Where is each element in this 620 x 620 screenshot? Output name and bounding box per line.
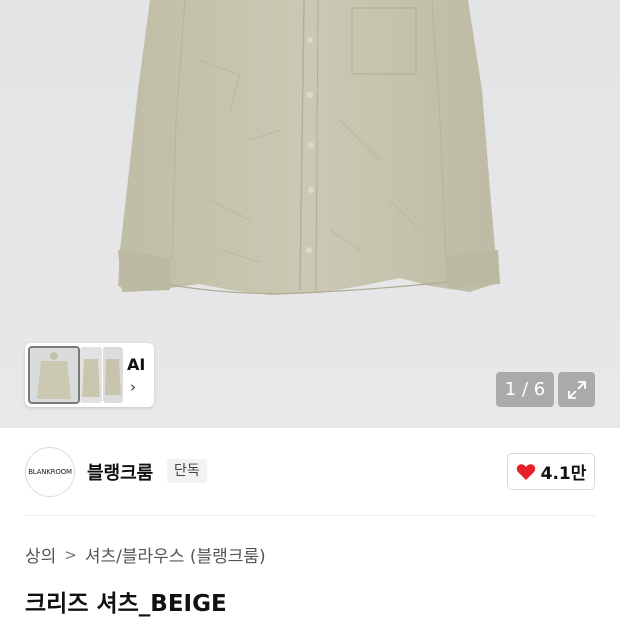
thumbnail-2[interactable] [80, 347, 102, 403]
breadcrumb-item-subcategory[interactable]: 셔츠/블라우스 (블랭크룸) [85, 542, 266, 567]
brand-logo-text: BLANKROOM [28, 468, 72, 476]
heart-icon [516, 463, 535, 480]
brand-logo[interactable]: BLANKROOM [25, 447, 75, 497]
product-title: 크리즈 셔츠_BEIGE [25, 591, 227, 617]
image-counter: 1 / 6 [496, 372, 554, 407]
thumbnail-strip[interactable]: AI › [25, 343, 154, 407]
brand-row: BLANKROOM 블랭크룸 단독 4.1만 [0, 428, 620, 516]
chevron-right-icon[interactable]: › [130, 378, 136, 396]
like-count: 4.1만 [540, 464, 587, 484]
product-image-gallery[interactable]: AI › 1 / 6 [0, 0, 620, 428]
exclusive-badge: 단독 [167, 459, 207, 483]
brand-name[interactable]: 블랭크룸 [87, 459, 153, 485]
expand-icon [567, 380, 586, 399]
breadcrumb-separator: > [64, 545, 77, 564]
breadcrumb-item-category[interactable]: 상의 [25, 542, 56, 567]
divider [25, 515, 595, 516]
like-button[interactable]: 4.1만 [507, 453, 595, 490]
breadcrumb: 상의 > 셔츠/블라우스 (블랭크룸) [25, 542, 266, 568]
thumbnail-1[interactable] [28, 346, 80, 404]
thumbnail-3[interactable] [103, 347, 123, 403]
expand-button[interactable] [558, 372, 595, 407]
ai-label[interactable]: AI [127, 355, 145, 374]
